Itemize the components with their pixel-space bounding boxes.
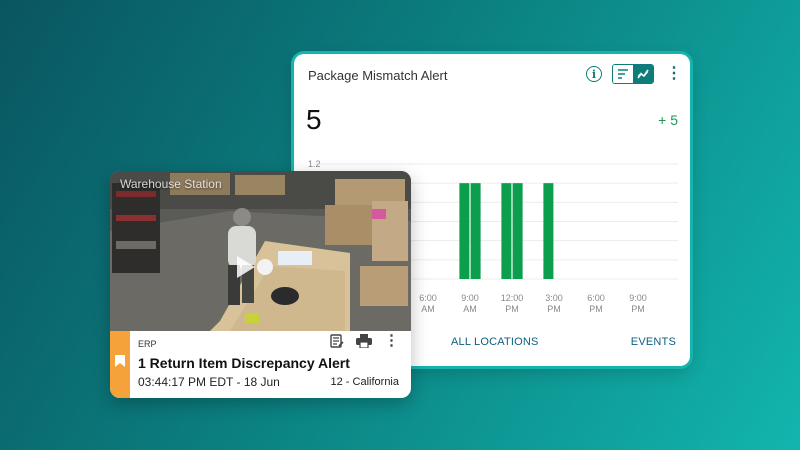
x-tick-ampm: PM bbox=[547, 304, 561, 314]
all-locations-link[interactable]: ALL LOCATIONS bbox=[451, 336, 539, 348]
bar bbox=[543, 183, 554, 279]
events-link[interactable]: EVENTS bbox=[631, 336, 676, 348]
event-location: 12 - California bbox=[330, 376, 399, 388]
event-source: ERP bbox=[138, 339, 157, 349]
line-chart-icon[interactable] bbox=[633, 65, 653, 83]
camera-snapshot[interactable]: Warehouse Station bbox=[110, 171, 411, 331]
bar bbox=[501, 183, 512, 279]
x-tick-ampm: AM bbox=[421, 304, 435, 314]
camera-label: Warehouse Station bbox=[120, 177, 222, 191]
bar bbox=[470, 183, 481, 279]
widget-header-actions: i ⋮ bbox=[586, 64, 682, 84]
priority-ribbon bbox=[110, 331, 130, 398]
x-tick-label: 9:00 bbox=[461, 293, 479, 303]
bar bbox=[459, 183, 470, 279]
x-tick-label: 3:00 bbox=[545, 293, 563, 303]
x-tick-label: 9:00 bbox=[629, 293, 647, 303]
widget-title: Package Mismatch Alert bbox=[308, 68, 448, 83]
x-tick-ampm: PM bbox=[589, 304, 603, 314]
x-tick-ampm: PM bbox=[631, 304, 645, 314]
alert-delta: + 5 bbox=[658, 112, 678, 128]
y-tick-label: 1.2 bbox=[308, 159, 321, 169]
x-tick-label: 12:00 bbox=[501, 293, 524, 303]
x-tick-label: 6:00 bbox=[587, 293, 605, 303]
alert-count: 5 bbox=[306, 104, 322, 135]
event-actions: ⋮ bbox=[330, 333, 399, 348]
more-vertical-icon[interactable]: ⋮ bbox=[384, 333, 399, 348]
play-icon[interactable] bbox=[235, 254, 257, 280]
x-tick-label: 6:00 bbox=[419, 293, 437, 303]
info-icon[interactable]: i bbox=[586, 66, 602, 82]
bookmark-icon bbox=[115, 355, 125, 367]
more-vertical-icon[interactable]: ⋮ bbox=[666, 66, 682, 82]
notes-icon[interactable] bbox=[330, 334, 344, 348]
event-timestamp: 03:44:17 PM EDT - 18 Jun bbox=[138, 375, 280, 389]
x-tick-ampm: PM bbox=[505, 304, 519, 314]
sort-list-icon[interactable] bbox=[613, 65, 633, 83]
warehouse-scene-image bbox=[110, 171, 411, 331]
bar bbox=[512, 183, 523, 279]
event-title[interactable]: 1 Return Item Discrepancy Alert bbox=[138, 355, 350, 371]
x-tick-ampm: AM bbox=[463, 304, 477, 314]
print-icon[interactable] bbox=[356, 334, 372, 348]
view-toggle bbox=[612, 64, 654, 84]
event-card[interactable]: Warehouse Station ERP ⋮ 1 Return Item Di… bbox=[110, 171, 411, 398]
